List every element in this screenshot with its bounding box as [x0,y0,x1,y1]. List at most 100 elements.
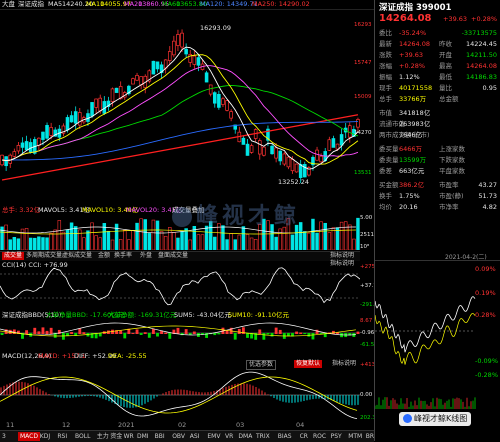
volume-bar [131,230,135,250]
candle-body [90,102,94,117]
indicator-tab-trix[interactable]: TRIX [256,432,270,441]
candle-body [167,51,172,61]
candle-body [110,88,115,102]
candle-body [245,143,250,156]
macd-chart[interactable] [0,361,360,429]
axis-cci-2: -291.1 [360,302,378,308]
bbd-bar [168,333,172,339]
candle-body [298,164,303,178]
toolbar-market[interactable]: 大盘 [2,0,15,8]
tab-panel-volume[interactable]: 盘面成交量 [156,252,190,260]
indicator-tab-mtm[interactable]: MTM [348,432,362,441]
candle-body [331,138,336,148]
axis-bbd-0: 8.67 [360,318,373,324]
volume-bar [290,234,295,250]
watermark-text: 峰视才鲸 [196,204,301,229]
date-label: 04 [296,421,305,429]
quote-value: 1.12% [399,73,420,81]
bbd-amount: 大单净额: -169.31亿元 [108,311,177,319]
quote-value: 20.16 [399,203,418,211]
volume-bar [123,229,127,250]
tab-amount[interactable]: 金额 [96,252,112,260]
candle-body [69,115,74,123]
indicator-tab-rsi[interactable]: RSI [57,432,67,441]
quote-value: +39.63 [399,51,424,59]
candle-body [172,40,176,56]
volume-bar [28,237,33,250]
bbd-bar [237,329,241,334]
bbd-bar [61,333,65,340]
bbd-bar [299,332,303,334]
main-candle-chart[interactable] [0,10,360,205]
indicator-tab-wr[interactable]: WR [124,432,134,441]
volume-bar [278,228,282,250]
high-price-label: 16293.09 [200,24,232,32]
candle-body [356,119,360,128]
quote-value: -35.24% [399,29,427,37]
indicator-tab-macd[interactable]: MACD [18,432,40,441]
indicator-tab-asi[interactable]: ASI [190,432,200,441]
indicator-tab-roc[interactable]: ROC [313,432,326,441]
volume-bar [196,234,201,250]
indicator-tab-bias[interactable]: BIAS [278,432,292,441]
indicator-tab-boll[interactable]: BOLL [75,432,90,441]
quote-row: 委买量 6466万 上涨家数 [377,144,499,154]
indicator-tab-资金[interactable]: 资金 [110,432,122,441]
quote-value-2: -33713575 [461,29,497,37]
quote-value: 40171558 [399,84,433,92]
quote-label-2: 平盘家数 [439,167,465,175]
quote-value-2: 14264.08 [465,62,497,70]
candle-body [249,145,254,153]
axis-macd-1: 0.00 [360,392,373,398]
quote-label-2: 昨收 [439,40,452,48]
volume-bar [225,239,229,250]
indicator-tab-psy[interactable]: PSY [331,432,342,441]
tab-volume[interactable]: 成交量 [2,252,25,260]
quote-value: 14264.08 [399,40,431,48]
axis-cci-0: +275.9 [360,264,381,270]
quote-value: 263983亿 [399,120,431,128]
indicator-tab-主力[interactable]: 主力 [97,432,109,441]
volume-bar [323,222,327,250]
cci-help-link[interactable]: 指标说明 [328,260,356,268]
indicator-tab-kdj[interactable]: KDJ [40,432,50,441]
intraday-chart[interactable]: 0.09% 0.19% 0.28% -0.28% -0.09% [375,260,500,411]
quote-price: 14264.08 [379,13,432,24]
volume-bar [12,237,17,250]
indicator-tab-dmi[interactable]: DMI [137,432,149,441]
volume-bar [331,227,336,250]
volume-bar [241,226,246,250]
candle-body [20,142,25,148]
candle-body [24,141,29,151]
quote-row: 流通市值 263983亿 [377,119,499,129]
tab-virtual-volume[interactable]: 虚拟成交量 [60,252,94,260]
candle-body [4,156,8,167]
ma20-line [1,65,359,162]
volume-bar [168,227,172,250]
indicator-tab-cr[interactable]: CR [300,432,308,441]
quote-price-row: 14264.08 +39.63 +0.28% [377,13,499,25]
bbd-bar [213,333,217,336]
quote-value-2: 51.73 [478,192,497,200]
indicator-tab-vr[interactable]: VR [225,432,233,441]
quote-label: 最新 [379,40,392,48]
candle-body [262,146,266,156]
indicator-tab-dma[interactable]: DMA [238,432,252,441]
bbd-bar [37,331,41,334]
cci-line [0,267,360,306]
indicator-tab-emv[interactable]: EMV [207,432,220,441]
cci-chart[interactable] [0,262,360,310]
bbd-bar [156,333,159,337]
intraday-avg-line [375,313,476,365]
bbd-chart[interactable] [0,319,360,351]
indicator-tab-obv[interactable]: OBV [172,432,185,441]
tab-multi-period-volume[interactable]: 多周期成交量 [24,252,64,260]
toolbar-ma5-label: MA5 [48,0,63,8]
volume-help-link[interactable]: 指标说明 [328,252,356,260]
indicator-tab-bbi[interactable]: BBI [155,432,165,441]
volume-bar [249,237,254,250]
tab-outer[interactable]: 外盘 [138,252,154,260]
volume-bar [151,219,156,250]
tab-turnover[interactable]: 换手率 [112,252,134,260]
candle-body [131,78,135,85]
